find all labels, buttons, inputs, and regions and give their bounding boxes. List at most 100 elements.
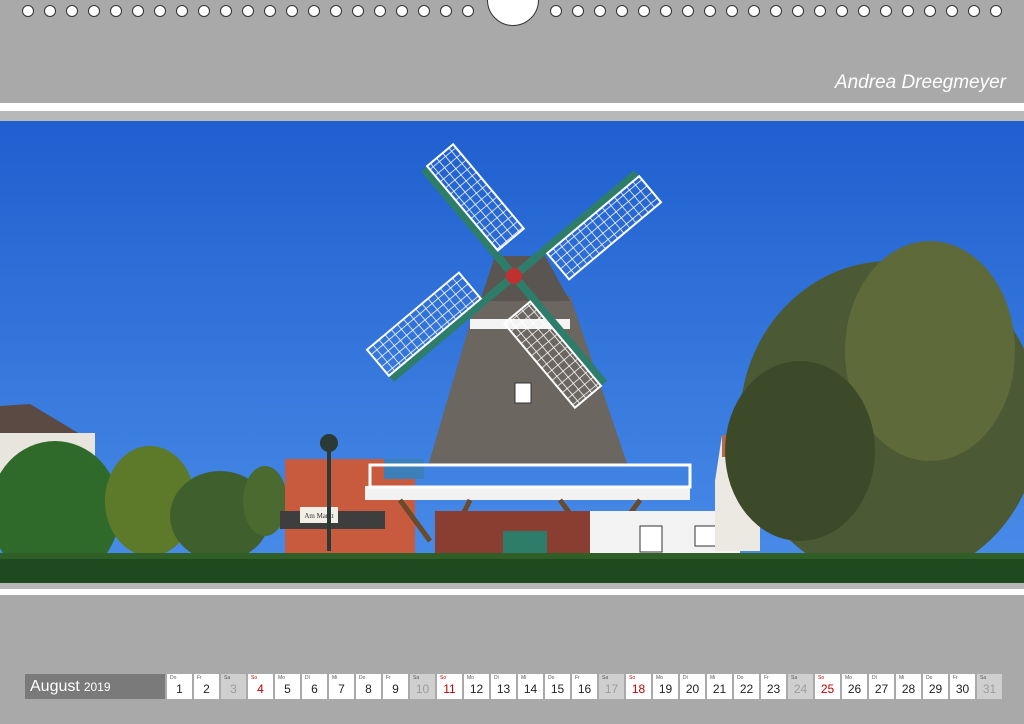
binding-ring <box>132 5 144 17</box>
binding-ring <box>550 5 562 17</box>
binding-ring <box>748 5 760 17</box>
binding-ring <box>176 5 188 17</box>
calendar-day: Mo 26 <box>842 674 867 699</box>
binding-ring <box>352 5 364 17</box>
annex-window <box>639 525 663 553</box>
weekday-label: Mo <box>656 675 663 681</box>
binding-ring <box>396 5 408 17</box>
weekday-label: Di <box>683 675 688 681</box>
calendar-day: Do 1 <box>167 674 192 699</box>
binding-ring <box>154 5 166 17</box>
binding-ring <box>242 5 254 17</box>
weekday-label: Do <box>737 675 744 681</box>
calendar-day: So 25 <box>815 674 840 699</box>
weekday-label: So <box>818 675 825 681</box>
binding-ring <box>374 5 386 17</box>
binding-ring <box>836 5 848 17</box>
weekday-label: Mi <box>332 675 338 681</box>
weekday-label: Mo <box>467 675 474 681</box>
binding-ring <box>726 5 738 17</box>
day-number: 5 <box>284 682 291 696</box>
calendar-day: Mi 14 <box>518 674 543 699</box>
day-number: 3 <box>230 682 237 696</box>
calendar-day: Sa 31 <box>977 674 1002 699</box>
calendar-day: Mo 12 <box>464 674 489 699</box>
weekday-label: Mo <box>845 675 852 681</box>
binding-ring <box>462 5 474 17</box>
calendar-day: Fr 23 <box>761 674 786 699</box>
weekday-label: So <box>629 675 636 681</box>
weekday-label: Do <box>170 675 177 681</box>
day-number: 22 <box>739 682 754 696</box>
day-number: 1 <box>176 682 183 696</box>
binding-ring <box>88 5 100 17</box>
weekday-label: Di <box>872 675 877 681</box>
weekday-label: Fr <box>386 675 391 681</box>
binding-ring <box>704 5 716 17</box>
calendar-day: Fr 30 <box>950 674 975 699</box>
calendar-day: Mi 7 <box>329 674 354 699</box>
hedge <box>0 556 1024 583</box>
calendar-day: Mi 28 <box>896 674 921 699</box>
calendar-day: Sa 3 <box>221 674 246 699</box>
calendar-day: Mo 5 <box>275 674 300 699</box>
binding-ring <box>682 5 694 17</box>
calendar-day: So 4 <box>248 674 273 699</box>
hanger-hole <box>487 0 539 26</box>
weekday-label: Di <box>305 675 310 681</box>
day-number: 12 <box>469 682 484 696</box>
binding-ring <box>572 5 584 17</box>
day-number: 9 <box>392 682 399 696</box>
top-divider <box>0 103 1024 111</box>
month-label: August 2019 <box>25 674 165 699</box>
weekday-label: Fr <box>575 675 580 681</box>
binding-ring <box>814 5 826 17</box>
month-name: August <box>30 677 80 695</box>
day-number: 30 <box>955 682 970 696</box>
day-number: 4 <box>257 682 264 696</box>
binding-ring <box>308 5 320 17</box>
binding-ring <box>946 5 958 17</box>
binding-ring <box>440 5 452 17</box>
calendar-day: Do 22 <box>734 674 759 699</box>
day-number: 27 <box>874 682 889 696</box>
binding-ring <box>22 5 34 17</box>
calendar-day: Do 29 <box>923 674 948 699</box>
day-number: 14 <box>523 682 538 696</box>
calendar-day: Fr 9 <box>383 674 408 699</box>
calendar-day: So 18 <box>626 674 651 699</box>
weekday-label: Sa <box>980 675 987 681</box>
calendar-day: Di 27 <box>869 674 894 699</box>
day-number: 7 <box>338 682 345 696</box>
binding-ring <box>594 5 606 17</box>
weekday-label: Do <box>359 675 366 681</box>
weekday-label: So <box>251 675 258 681</box>
binding-ring <box>44 5 56 17</box>
weekday-label: Fr <box>197 675 202 681</box>
day-number: 31 <box>982 682 997 696</box>
weekday-label: Fr <box>764 675 769 681</box>
binding-ring <box>418 5 430 17</box>
day-number: 21 <box>712 682 727 696</box>
binding-ring <box>616 5 628 17</box>
binding-ring <box>110 5 122 17</box>
day-number: 11 <box>443 682 456 696</box>
calendar-day: Fr 16 <box>572 674 597 699</box>
weekday-label: Sa <box>602 675 609 681</box>
day-number: 19 <box>658 682 673 696</box>
weekday-label: Do <box>926 675 933 681</box>
binding-ring <box>792 5 804 17</box>
weekday-label: Sa <box>413 675 420 681</box>
day-number: 29 <box>928 682 943 696</box>
month-year: 2019 <box>83 679 111 694</box>
day-number: 2 <box>203 682 210 696</box>
author-name: Andrea Dreegmeyer <box>834 72 1006 93</box>
bottom-divider <box>0 589 1024 595</box>
right-tree-3 <box>725 361 875 541</box>
red-building-blue-panel <box>384 459 424 479</box>
binding-ring <box>858 5 870 17</box>
weekday-label: Mi <box>521 675 527 681</box>
street-lamp-head <box>320 434 338 452</box>
day-number: 18 <box>631 682 646 696</box>
day-number: 8 <box>365 682 372 696</box>
